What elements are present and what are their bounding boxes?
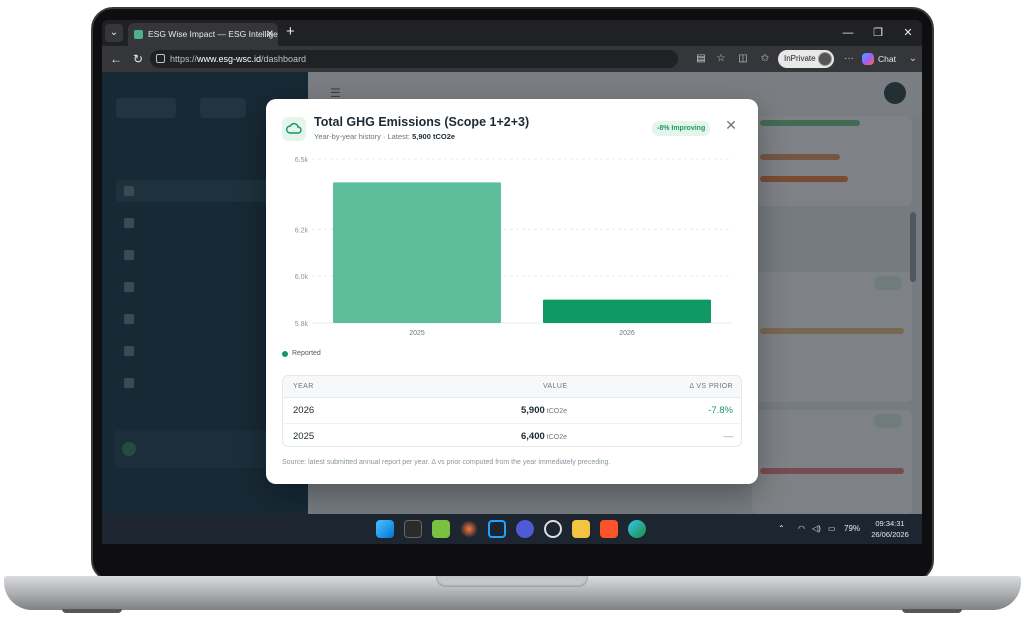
wifi-icon[interactable]: ◠ <box>798 520 805 538</box>
reader-view-icon[interactable]: ▤ <box>694 51 708 67</box>
y-tick-label: 6.2k <box>295 227 309 234</box>
subtitle-latest: 5,900 tCO2e <box>412 132 456 141</box>
table-header: YEAR VALUE Δ VS PRIOR <box>283 376 741 398</box>
subtitle-prefix: Year-by-year history · Latest: <box>314 132 411 141</box>
system-clock[interactable]: 09:34:31 26/06/2026 <box>868 518 912 540</box>
copilot-chat-button[interactable]: Chat <box>862 51 896 67</box>
chat-label: Chat <box>878 54 896 64</box>
app-icon[interactable] <box>488 520 506 538</box>
site-favicon-icon <box>134 30 143 39</box>
trend-badge: -8% Improving <box>652 121 711 136</box>
lock-icon <box>156 54 165 63</box>
minimize-icon[interactable]: — <box>838 23 858 43</box>
threads-icon[interactable] <box>544 520 562 538</box>
row-unit: tCO2e <box>546 434 567 441</box>
modal-footnote: Source: latest submitted annual report p… <box>282 459 611 466</box>
url-path: /dashboard <box>261 54 307 64</box>
back-arrow-icon[interactable]: ← <box>107 50 125 68</box>
column-header-delta: Δ VS PRIOR <box>689 383 733 390</box>
edge-browser-icon[interactable] <box>628 520 646 538</box>
screen: ⌄ ESG Wise Impact — ESG Intelligen ✕ + —… <box>102 20 922 544</box>
address-bar[interactable]: https://www.esg-wsc.id/dashboard <box>150 50 678 68</box>
tab-title: ESG Wise Impact — ESG Intelligen <box>148 29 278 39</box>
favorites-icon[interactable]: ✩ <box>758 51 772 67</box>
refresh-icon[interactable]: ↻ <box>129 50 147 68</box>
clock-time: 09:34:31 <box>875 519 905 528</box>
new-tab-icon[interactable]: + <box>286 22 295 42</box>
start-windows-icon[interactable] <box>376 520 394 538</box>
laptop-notch <box>436 576 588 587</box>
row-delta: -7.8% <box>708 405 733 416</box>
column-header-value: VALUE <box>543 383 568 390</box>
tab-actions-chevron-icon[interactable]: ⌄ <box>105 24 123 42</box>
window-close-icon[interactable]: ✕ <box>898 23 918 43</box>
page: ☰ Total GHG Emissions (Scope 1+2+3) Y <box>102 72 922 514</box>
file-explorer-icon[interactable] <box>572 520 590 538</box>
tab-strip: ⌄ ESG Wise Impact — ESG Intelligen ✕ + —… <box>102 20 922 46</box>
battery-percent: 79% <box>844 524 861 533</box>
ghg-emissions-modal: Total GHG Emissions (Scope 1+2+3) Year-b… <box>266 99 758 484</box>
browser-toolbar: ← ↻ https://www.esg-wsc.id/dashboard ▤ ☆… <box>102 46 922 72</box>
row-value: 5,900 <box>520 405 545 416</box>
volume-icon[interactable]: ◁) <box>812 520 821 538</box>
favorite-star-icon[interactable]: ☆ <box>714 51 728 67</box>
taskbar: ⌃ ◠ ◁) ▭ 79% 09:34:31 26/06/2026 <box>102 514 922 544</box>
clock-date: 26/06/2026 <box>871 530 909 539</box>
y-tick-label: 6.0k <box>295 274 309 281</box>
tab-active[interactable]: ESG Wise Impact — ESG Intelligen ✕ <box>128 23 278 46</box>
chart-legend: Reported <box>282 350 321 357</box>
chat-chevron-icon[interactable]: ⌄ <box>906 51 920 67</box>
y-tick-label: 6.5k <box>295 157 309 164</box>
legend-swatch <box>282 351 288 357</box>
app-icon[interactable] <box>460 520 478 538</box>
brave-browser-icon[interactable] <box>600 520 618 538</box>
x-tick-label: 2026 <box>619 330 635 337</box>
row-value-cell: 5,900 tCO2e <box>521 398 567 424</box>
app-icon[interactable] <box>516 520 534 538</box>
laptop-foot-right <box>902 609 962 613</box>
table-row: 2026 5,900 tCO2e -7.8% <box>283 398 741 424</box>
legend-label: Reported <box>292 350 321 357</box>
inprivate-label: InPrivate <box>784 54 816 63</box>
close-icon[interactable]: ✕ <box>723 117 739 133</box>
laptop-foot-left <box>62 609 122 613</box>
split-screen-icon[interactable]: ◫ <box>736 51 750 67</box>
emissions-bar-chart: 5.8k 6.0k 6.2k 6.5k 2025 2026 <box>295 157 732 337</box>
profile-avatar-icon <box>818 52 832 66</box>
inprivate-badge[interactable]: InPrivate <box>778 50 834 68</box>
column-header-year: YEAR <box>293 383 314 390</box>
modal-subtitle: Year-by-year history · Latest: 5,900 tCO… <box>314 132 455 141</box>
history-table: YEAR VALUE Δ VS PRIOR 2026 5,900 tCO2e -7… <box>282 375 742 447</box>
table-row: 2025 6,400 tCO2e — <box>283 423 741 446</box>
cloud-icon <box>282 117 306 141</box>
x-tick-label: 2025 <box>409 330 425 337</box>
bar <box>333 182 501 323</box>
bar <box>543 299 711 323</box>
url-host: www.esg-wsc.id <box>197 54 262 64</box>
modal-title: Total GHG Emissions (Scope 1+2+3) <box>314 115 530 129</box>
terminal-icon[interactable] <box>404 520 422 538</box>
tab-close-icon[interactable]: ✕ <box>266 23 274 46</box>
row-unit: tCO2e <box>546 408 567 415</box>
row-value-cell: 6,400 tCO2e <box>520 424 567 446</box>
row-delta: — <box>723 431 734 442</box>
more-options-icon[interactable]: ··· <box>842 51 856 67</box>
tray-chevron-icon[interactable]: ⌃ <box>778 520 785 538</box>
restore-icon[interactable]: ❐ <box>868 23 888 43</box>
copilot-icon <box>862 53 874 65</box>
row-year: 2026 <box>293 405 315 416</box>
url-scheme: https:// <box>170 54 198 64</box>
app-icon[interactable] <box>432 520 450 538</box>
battery-icon[interactable]: ▭ <box>828 520 836 538</box>
row-value: 6,400 <box>520 431 545 442</box>
y-tick-label: 5.8k <box>295 321 309 328</box>
row-year: 2025 <box>293 431 315 442</box>
